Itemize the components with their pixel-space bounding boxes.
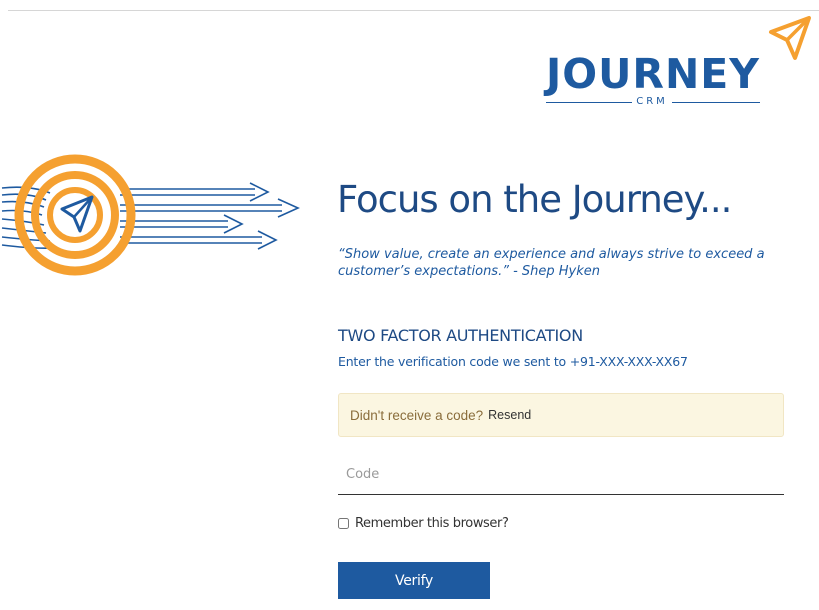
logo-subtitle: CRM xyxy=(636,96,668,107)
hero-quote: “Show value, create an experience and al… xyxy=(338,247,765,279)
resend-alert-text: Didn't receive a code? xyxy=(350,407,484,423)
journey-crm-logo: JOURNEY CRM xyxy=(540,14,815,114)
two-factor-title: TWO FACTOR AUTHENTICATION xyxy=(338,326,583,345)
remember-browser-option[interactable]: Remember this browser? xyxy=(338,516,509,531)
top-divider xyxy=(8,10,819,11)
logo-rule-right xyxy=(672,102,760,103)
target-paper-plane-icon xyxy=(1,154,300,276)
logo-wordmark: JOURNEY xyxy=(546,50,760,98)
paper-plane-icon xyxy=(769,16,811,60)
verification-code-input[interactable] xyxy=(338,455,784,495)
remember-browser-checkbox[interactable] xyxy=(338,518,349,529)
verify-button[interactable]: Verify xyxy=(338,562,490,599)
page-headline: Focus on the Journey... xyxy=(337,178,732,221)
remember-browser-label: Remember this browser? xyxy=(355,516,509,531)
resend-code-alert: Didn't receive a code? Resend xyxy=(338,393,784,437)
two-factor-description: Enter the verification code we sent to +… xyxy=(338,354,688,369)
resend-link[interactable]: Resend xyxy=(488,408,531,422)
logo-rule-left xyxy=(546,102,632,103)
